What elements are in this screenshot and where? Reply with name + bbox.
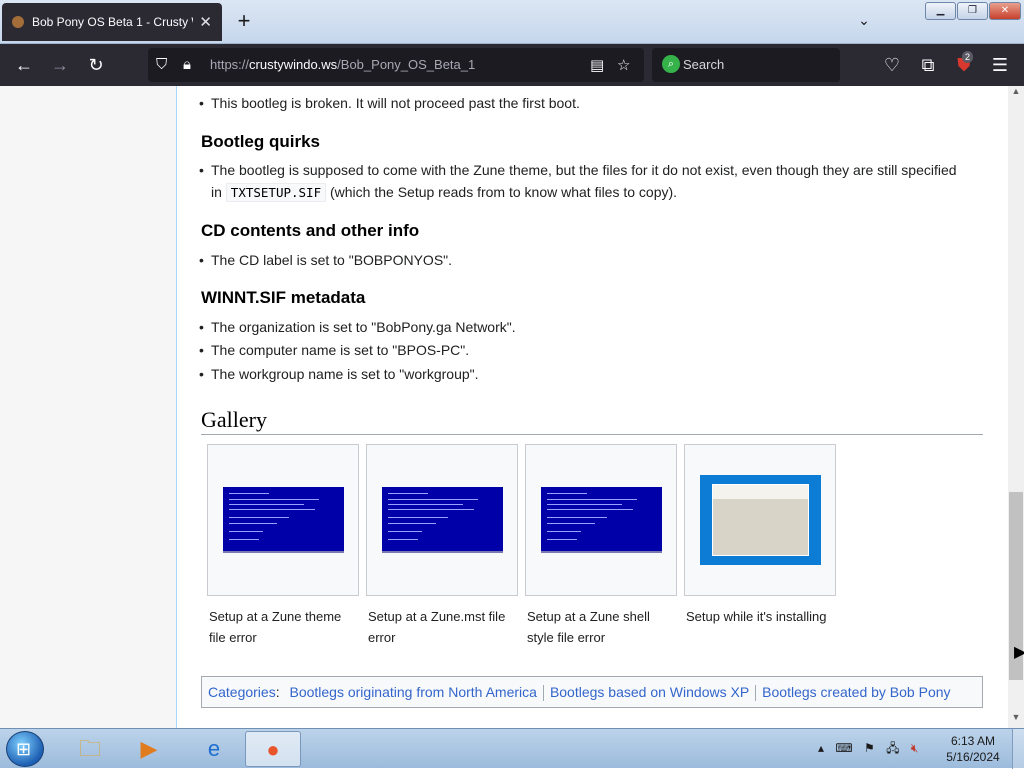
caption-line: error — [368, 630, 396, 645]
file-explorer-folder-icon[interactable]: 🗀 — [62, 731, 118, 767]
tracking-shield-icon[interactable]: ⛉ — [156, 56, 167, 73]
section-heading-quirks: Bootleg quirks — [201, 132, 321, 151]
back-arrow-icon[interactable]: ← — [11, 53, 37, 77]
tab-bar: Bob Pony OS Beta 1 - Crusty Wi ✕ + ⌄ ▁ ❐… — [0, 0, 1024, 44]
search-engine-icon: ⌕ — [662, 55, 680, 73]
list-item: The organization is set to "BobPony.ga N… — [199, 316, 516, 338]
tab-active[interactable]: Bob Pony OS Beta 1 - Crusty Wi ✕ — [2, 3, 222, 41]
internet-explorer-icon[interactable]: e — [186, 731, 242, 767]
caption-line: style file error — [527, 630, 606, 645]
category-link[interactable]: Bootlegs created by Bob Pony — [762, 684, 950, 700]
url-path: /Bob_Pony_OS_Beta_1 — [337, 57, 476, 72]
clock-time: 6:13 AM — [950, 734, 996, 748]
firefox-icon[interactable]: ● — [245, 731, 301, 767]
site-favicon-icon — [12, 16, 24, 28]
bsod-screenshot-image[interactable] — [541, 487, 662, 553]
gallery-caption: Setup at a Zune theme file error — [209, 606, 359, 648]
setup-screenshot-image[interactable] — [700, 475, 821, 565]
system-clock[interactable]: 6:13 AM 5/16/2024 — [938, 733, 1008, 765]
reader-view-icon[interactable]: ▤ — [590, 56, 604, 74]
show-hidden-icons-icon[interactable]: ▴ — [818, 741, 824, 755]
caption-line: Setup at a Zune shell — [527, 609, 650, 624]
caption-line: Setup at a Zune.mst file — [368, 609, 506, 624]
new-tab-button[interactable]: + — [232, 10, 256, 34]
show-desktop-button[interactable] — [1012, 729, 1024, 769]
sidebar-panel — [0, 86, 177, 728]
system-tray: ▴ ⌨ ⚑ 🖧 🔇︎ — [818, 739, 926, 759]
action-center-flag-icon[interactable]: ⚑ — [864, 741, 875, 755]
url-host: crustywindo.ws — [249, 57, 338, 72]
bookmark-star-icon[interactable]: ☆ — [617, 56, 630, 74]
lock-icon[interactable]: 🔒︎ — [183, 56, 191, 73]
divider — [542, 685, 544, 702]
search-input[interactable]: ⌕ Search — [652, 48, 840, 82]
window-minimize-button[interactable]: ▁ — [925, 2, 956, 20]
gallery-thumbnail[interactable] — [684, 444, 836, 596]
list-item: The CD label is set to "BOBPONYOS". — [199, 249, 452, 271]
quirks-text-in: in — [211, 184, 222, 200]
mouse-pointer-icon: ▶ — [1014, 644, 1024, 661]
caption-line: file error — [209, 630, 257, 645]
list-all-tabs-chevron-down-icon[interactable]: ⌄ — [852, 12, 876, 32]
vertical-scrollbar[interactable]: ▲ ▼ — [1008, 86, 1024, 728]
window-close-button[interactable]: ✕ — [989, 2, 1021, 20]
section-heading-cd: CD contents and other info — [201, 221, 420, 240]
colon: : — [275, 684, 280, 700]
windows-logo-icon: ⊞ — [16, 739, 32, 759]
divider — [755, 685, 757, 702]
bsod-screenshot-image[interactable] — [223, 487, 344, 553]
url-scheme: https:// — [210, 57, 250, 72]
gallery-caption: Setup at a Zune shell style file error — [527, 606, 677, 648]
scroll-down-arrow-icon[interactable]: ▼ — [1008, 712, 1024, 726]
divider — [201, 434, 983, 435]
categories-link[interactable]: Categories — [208, 684, 276, 700]
start-button[interactable]: ⊞ — [6, 731, 44, 767]
volume-muted-icon[interactable]: 🔇︎ — [911, 741, 919, 755]
address-bar[interactable]: ⛉ 🔒︎ https://crustywindo.ws/Bob_Pony_OS_… — [148, 48, 644, 82]
url-text[interactable]: https://crustywindo.ws/Bob_Pony_OS_Beta_… — [210, 57, 475, 72]
scroll-up-arrow-icon[interactable]: ▲ — [1008, 86, 1024, 100]
list-item: This bootleg is broken. It will not proc… — [199, 92, 580, 114]
section-heading-winnt: WINNT.SIF metadata — [201, 288, 366, 307]
taskbar: ⊞ 🗀 ▶ e ● ▴ ⌨ ⚑ 🖧 🔇︎ 6:13 AM 5/16/2024 — [0, 728, 1024, 769]
forward-arrow-icon[interactable]: → — [47, 53, 73, 77]
gallery-thumbnail[interactable] — [525, 444, 677, 596]
section-heading-gallery: Gallery — [201, 407, 267, 432]
quirks-text-line-2: (which the Setup reads from to know what… — [330, 184, 678, 200]
reload-icon[interactable]: ↻ — [83, 53, 109, 77]
navigation-toolbar: ← → ↻ ⛉ 🔒︎ https://crustywindo.ws/Bob_Po… — [0, 44, 1024, 86]
pocket-icon[interactable]: ♡ — [879, 53, 905, 77]
window-maximize-button[interactable]: ❐ — [957, 2, 988, 20]
page-viewport: This bootleg is broken. It will not proc… — [0, 86, 1008, 728]
article-content: This bootleg is broken. It will not proc… — [177, 86, 1008, 728]
category-link[interactable]: Bootlegs based on Windows XP — [550, 684, 749, 700]
gallery-thumbnail[interactable] — [207, 444, 359, 596]
tab-close-icon[interactable]: ✕ — [199, 13, 212, 31]
media-player-icon[interactable]: ▶ — [121, 731, 177, 767]
list-item: The bootleg is supposed to come with the… — [199, 159, 981, 204]
caption-line: Setup at a Zune theme — [209, 609, 342, 624]
gallery-caption: Setup at a Zune.mst file error — [368, 606, 518, 648]
list-item: The workgroup name is set to "workgroup"… — [199, 363, 478, 385]
extension-badge: 2 — [962, 51, 974, 63]
network-icon[interactable]: 🖧 — [886, 741, 899, 755]
keyboard-icon[interactable]: ⌨ — [835, 741, 852, 755]
clock-date: 5/16/2024 — [946, 750, 1000, 764]
tab-title: Bob Pony OS Beta 1 - Crusty Wi — [32, 15, 194, 29]
category-link[interactable]: Bootlegs originating from North America — [289, 684, 536, 700]
bsod-screenshot-image[interactable] — [382, 487, 503, 553]
quirks-text-line-1: The bootleg is supposed to come with the… — [211, 162, 957, 178]
hamburger-menu-icon[interactable]: ☰ — [987, 53, 1013, 77]
list-item: The computer name is set to "BPOS-PC". — [199, 339, 469, 361]
category-links: Categories: Bootlegs originating from No… — [201, 676, 983, 708]
extensions-puzzle-icon[interactable]: ⧉ — [915, 53, 941, 77]
gallery-caption: Setup while it's installing — [686, 606, 856, 627]
gallery-thumbnail[interactable] — [366, 444, 518, 596]
search-placeholder: Search — [683, 57, 725, 72]
code-snippet: TXTSETUP.SIF — [225, 183, 327, 202]
caption-line: Setup while it's installing — [686, 609, 827, 624]
